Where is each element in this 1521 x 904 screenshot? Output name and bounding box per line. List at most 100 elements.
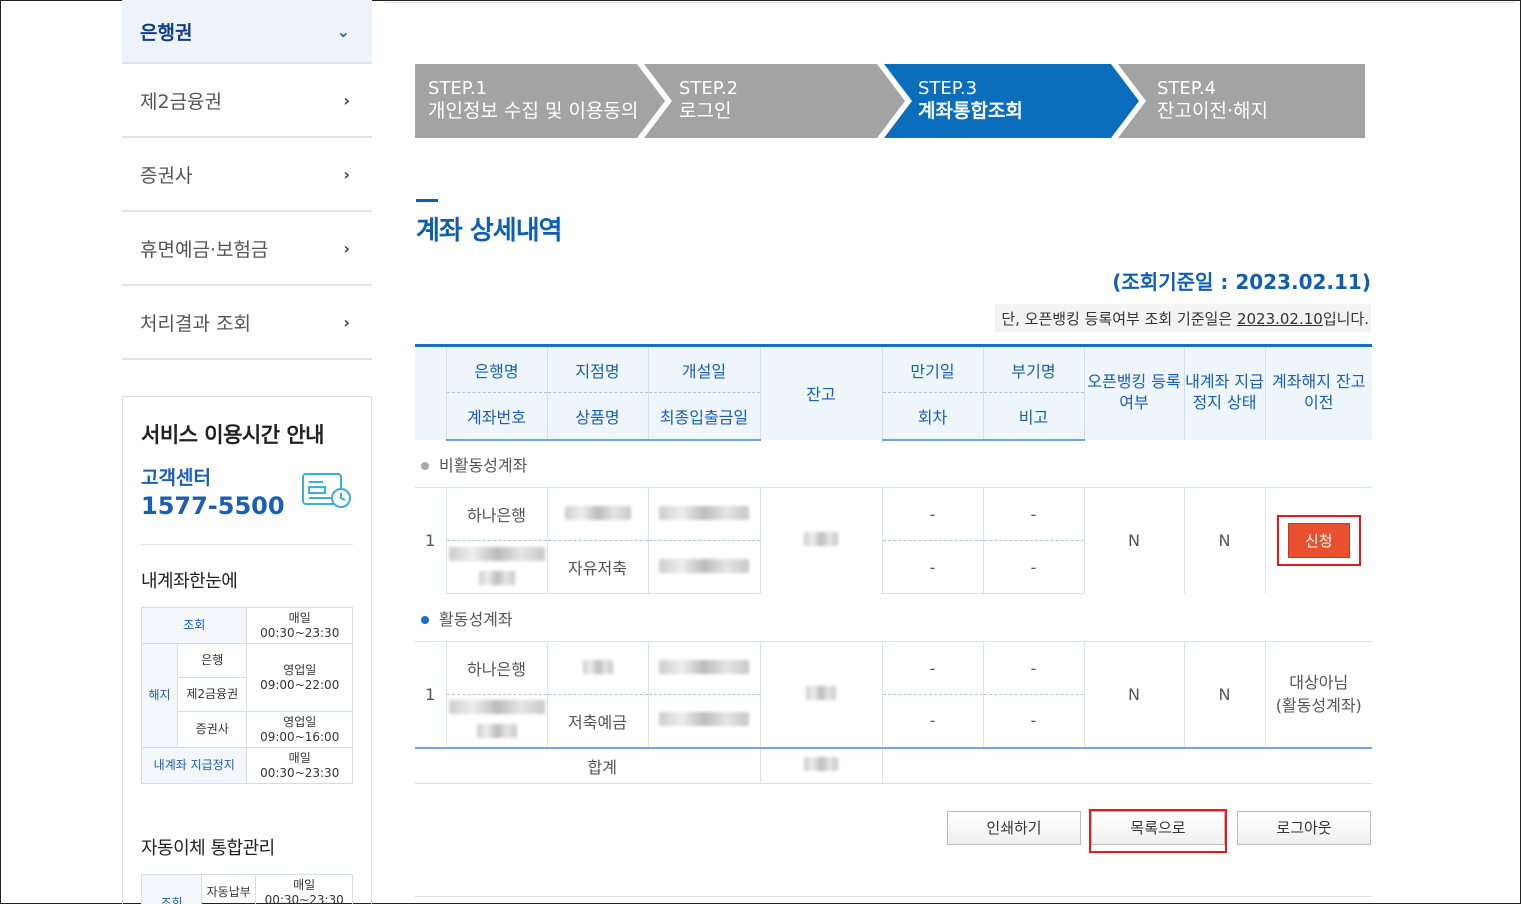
total-balance xyxy=(759,746,882,784)
opened-date xyxy=(647,487,760,541)
autopay-hours-table: 조회 자동납부 매일 00:30~23:30 xyxy=(141,874,353,904)
close-status-note: (활동성계좌) xyxy=(1275,696,1362,716)
header-product: 상품명 xyxy=(546,392,648,441)
hours-label: 제2금융권 xyxy=(176,677,248,712)
suspend-status: N xyxy=(1183,641,1265,748)
step-number: STEP.4 xyxy=(1157,78,1217,99)
last-tx-date xyxy=(647,694,760,748)
maturity-date: - xyxy=(881,641,983,695)
step-progress: STEP.1 개인정보 수집 및 이용동의 STEP.2 로그인 STEP.3 … xyxy=(415,64,1365,138)
sidebar-menu: 은행권 ⌄ 제2금융권 › 증권사 › 휴면예금·보험금 › 처리결과 조회 › xyxy=(122,0,372,360)
header-opened: 개설일 xyxy=(647,344,760,393)
step-3: STEP.3 계좌통합조회 xyxy=(918,64,1023,138)
row-number: 1 xyxy=(425,684,436,704)
hours-label: 내계좌 지급정지 xyxy=(140,747,248,784)
product-name: 자유저축 xyxy=(546,540,648,594)
hours-value: 매일 00:30~23:30 xyxy=(246,607,353,644)
openbanking-status: N xyxy=(1083,641,1184,748)
branch-name xyxy=(546,641,648,695)
step-2: STEP.2 로그인 xyxy=(679,64,738,138)
step-number: STEP.3 xyxy=(918,78,978,99)
total-row: 합계 xyxy=(415,746,1372,784)
table-row: 1 하나은행 - - N N 신청 xyxy=(415,487,1372,594)
openbanking-note: 단, 오픈뱅킹 등록여부 조회 기준일은 2023.02.10입니다. xyxy=(995,304,1371,332)
sidebar-item-label: 처리결과 조회 xyxy=(140,312,251,335)
my-account-title: 내계좌한눈에 xyxy=(141,571,238,592)
group-row-active: 활동성계좌 xyxy=(415,593,1372,642)
opened-date xyxy=(647,641,760,695)
chevron-down-icon: ⌄ xyxy=(336,21,350,41)
header-round: 회차 xyxy=(881,392,983,441)
step-label: 잔고이전·해지 xyxy=(1157,100,1268,122)
chevron-right-icon: › xyxy=(343,238,350,258)
sidebar-item-label: 은행권 xyxy=(140,21,193,44)
suspend-status: N xyxy=(1183,487,1265,594)
product-name: 저축예금 xyxy=(546,694,648,748)
remark: - xyxy=(982,694,1084,748)
maturity-date: - xyxy=(881,487,983,541)
row-number: 1 xyxy=(425,531,436,551)
header-branch: 지점명 xyxy=(546,344,648,393)
header-remark: 비고 xyxy=(982,392,1084,441)
hours-label: 은행 xyxy=(176,643,248,678)
customer-center-phone: 1577-5500 xyxy=(141,492,285,520)
account-number xyxy=(445,694,547,748)
header-bank: 은행명 xyxy=(445,344,547,393)
header-account: 계좌번호 xyxy=(445,392,547,441)
hours-value: 영업일 09:00~16:00 xyxy=(246,711,353,748)
hours-value: 매일 00:30~23:30 xyxy=(246,747,353,784)
sidebar-item-label: 증권사 xyxy=(140,164,193,187)
header-close: 계좌해지 잔고이전 xyxy=(1264,344,1372,440)
chevron-right-icon: › xyxy=(343,90,350,110)
title-accent-bar xyxy=(416,199,438,202)
customer-center-label: 고객센터 xyxy=(141,467,211,489)
bullet-icon xyxy=(421,616,429,624)
header-balance: 잔고 xyxy=(759,344,882,440)
remark: - xyxy=(982,540,1084,594)
account-number xyxy=(445,540,547,594)
content-bottom-divider xyxy=(415,896,1372,897)
step-number: STEP.2 xyxy=(679,78,739,99)
sidebar-item-bank[interactable]: 은행권 ⌄ xyxy=(122,0,372,64)
customer-center: 고객센터 1577-5500 xyxy=(141,463,353,545)
reference-date: (조회기준일 : 2023.02.11) xyxy=(1112,270,1371,294)
sidebar-item-results[interactable]: 처리결과 조회 › xyxy=(122,286,372,360)
openbanking-status: N xyxy=(1083,487,1184,594)
close-action-cell: 신청 xyxy=(1264,487,1372,594)
top-divider xyxy=(385,2,1515,3)
bookname: - xyxy=(982,487,1084,541)
logout-button[interactable]: 로그아웃 xyxy=(1237,811,1371,845)
balance xyxy=(759,487,882,594)
balance xyxy=(759,641,882,748)
group-label: 활동성계좌 xyxy=(439,609,513,629)
print-button[interactable]: 인쇄하기 xyxy=(947,811,1081,845)
apply-button[interactable]: 신청 xyxy=(1287,523,1350,559)
account-detail-table: 은행명 지점명 개설일 잔고 만기일 부기명 오픈뱅킹 등록여부 내계좌 지급정… xyxy=(415,344,1372,784)
sidebar-item-label: 휴면예금·보험금 xyxy=(140,238,269,261)
hours-label: 조회 xyxy=(140,607,248,644)
hours-group-label: 해지 xyxy=(141,643,178,748)
branch-name xyxy=(546,487,648,541)
sidebar-item-securities[interactable]: 증권사 › xyxy=(122,138,372,212)
step-1: STEP.1 개인정보 수집 및 이용동의 xyxy=(428,64,638,138)
header-last-tx: 최종입출금일 xyxy=(647,392,760,441)
back-to-list-button[interactable]: 목록으로 xyxy=(1091,811,1225,845)
last-tx-date xyxy=(647,540,760,594)
bullet-icon xyxy=(421,462,429,471)
step-4: STEP.4 잔고이전·해지 xyxy=(1157,64,1268,138)
my-account-hours-table: 조회 매일 00:30~23:30 해지 은행 영업일 09:00~22:00 제2… xyxy=(140,607,353,784)
chevron-right-icon: › xyxy=(343,312,350,332)
hours-value: 영업일 09:00~22:00 xyxy=(246,643,353,712)
header-bookname: 부기명 xyxy=(982,344,1084,393)
sidebar-item-second-finance[interactable]: 제2금융권 › xyxy=(122,64,372,138)
group-row-inactive: 비활동성계좌 xyxy=(415,439,1372,488)
group-label: 비활동성계좌 xyxy=(439,455,528,475)
hours-value: 매일 00:30~23:30 xyxy=(255,874,353,904)
step-label: 로그인 xyxy=(679,100,732,122)
sidebar-item-dormant[interactable]: 휴면예금·보험금 › xyxy=(122,212,372,286)
round: - xyxy=(881,540,983,594)
hours-label: 자동납부 xyxy=(200,874,257,904)
hours-group-label: 조회 xyxy=(141,874,202,904)
service-hours-title: 서비스 이용시간 안내 xyxy=(141,423,325,447)
header-maturity: 만기일 xyxy=(881,344,983,393)
